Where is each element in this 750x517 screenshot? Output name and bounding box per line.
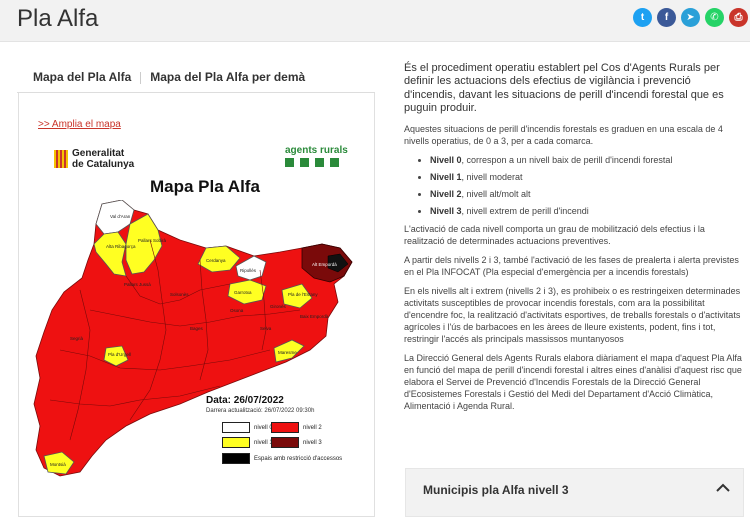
legend-label-1: nivell 1 [254, 439, 273, 446]
map-updated: Darrera actualització: 26/07/2022 09:30h [206, 408, 315, 414]
legend-nivell-1: nivell 1 [222, 437, 273, 448]
map-title: Mapa Pla Alfa [150, 177, 260, 196]
label-alt-emporda: Alt Empordà [312, 262, 337, 267]
legend-restriccio: Espais amb restricció d'accessos [222, 453, 342, 464]
activation-paragraph: L'activació de cada nivell comporta un g… [404, 223, 705, 246]
tab-divider [140, 72, 142, 84]
label-maresme: Maresme [278, 350, 297, 355]
intro-paragraph: És el procediment operatiu establert pel… [404, 62, 724, 115]
senyera-icon [54, 150, 68, 168]
label-baix-emporda: Baix Empordà [300, 314, 329, 319]
legend-swatch-1 [222, 437, 250, 448]
legend-nivell-0: nivell 0 [222, 422, 273, 433]
page-title: Pla Alfa [17, 5, 99, 32]
map-date-box: Data: 26/07/2022 Darrera actualització: … [206, 395, 356, 414]
legend-nivell-3: nivell 3 [271, 437, 322, 448]
agents-rurals-logo: agents rurals [285, 145, 348, 167]
label-osona: Osona [230, 308, 244, 313]
levels-list: Nivell 0, correspon a un nivell baix de … [416, 154, 744, 217]
legend-swatch-restriccio [222, 453, 250, 464]
twitter-glyph: t [640, 12, 645, 23]
label-solsones: Solsonès [170, 292, 189, 297]
legend-swatch-2 [271, 422, 299, 433]
label-cerdanya: Cerdanya [206, 258, 226, 263]
print-icon[interactable]: ⎙ [729, 8, 748, 27]
label-alta-ribagorca: Alta Ribagorça [106, 244, 136, 249]
label-pallars-jussa: Pallars Jussà [124, 282, 151, 287]
description-column: És el procediment operatiu establert pel… [404, 62, 744, 419]
legend-swatch-0 [222, 422, 250, 433]
chevron-up-icon[interactable] [715, 480, 731, 496]
label-ripolles: Ripollès [240, 268, 257, 273]
legend-label-2: nivell 2 [303, 424, 322, 431]
whatsapp-glyph: ✆ [710, 12, 719, 23]
twitter-icon[interactable]: t [633, 8, 652, 27]
share-bar: t f ➤ ✆ ⎙ [633, 8, 748, 27]
telegram-icon[interactable]: ➤ [681, 8, 700, 27]
infocat-paragraph: A partir dels nivells 2 i 3, també l'act… [404, 254, 739, 277]
generalitat-line1: Generalitat [72, 148, 125, 159]
whatsapp-icon[interactable]: ✆ [705, 8, 724, 27]
legend-label-3: nivell 3 [303, 439, 322, 446]
generalitat-logo: Generalitat de Catalunya [54, 148, 134, 170]
amplia-mapa-link[interactable]: >> Amplia el mapa [38, 119, 121, 130]
level-item: Nivell 3, nivell extrem de perill d'ince… [430, 205, 744, 217]
map-date: Data: 26/07/2022 [206, 395, 284, 406]
restrictions-paragraph: En els nivells alt i extrem (nivells 2 i… [404, 285, 741, 344]
accordion-municipis-nivell-3[interactable]: Municipis pla Alfa nivell 3 [405, 468, 744, 517]
label-selva: Selva [260, 326, 272, 331]
level-item: Nivell 2, nivell alt/molt alt [430, 188, 744, 200]
levels-intro: Aquestes situacions de perill d'incendis… [404, 123, 723, 146]
label-montsia: Montsià [50, 462, 66, 467]
facebook-glyph: f [664, 12, 669, 23]
label-girones: Gironès [270, 304, 287, 309]
print-glyph: ⎙ [734, 12, 743, 23]
agents-rurals-text: agents rurals [285, 145, 348, 156]
legend-nivell-2: nivell 2 [271, 422, 322, 433]
legend-label-restriccio: Espais amb restricció d'accessos [254, 455, 343, 462]
accordion-title: Municipis pla Alfa nivell 3 [423, 483, 569, 497]
label-pallars-sobira: Pallars Sobirà [138, 238, 167, 243]
level-item: Nivell 0, correspon a un nivell baix de … [430, 154, 744, 166]
page-header: Pla Alfa t f ➤ ✆ ⎙ [0, 0, 750, 42]
generalitat-line2: de Catalunya [72, 159, 135, 170]
facebook-icon[interactable]: f [657, 8, 676, 27]
direccio-paragraph: La Direcció General dels Agents Rurals e… [404, 352, 742, 411]
label-pla-durgell: Pla d'Urgell [108, 352, 131, 357]
label-val-daran: Val d'Aran [110, 214, 131, 219]
agents-rurals-squares [285, 158, 348, 167]
label-bages: Bages [190, 326, 204, 331]
legend-label-0: nivell 0 [254, 424, 273, 431]
label-garrotxa: Garrotxa [234, 290, 252, 295]
telegram-glyph: ➤ [686, 12, 695, 23]
legend-swatch-3 [271, 437, 299, 448]
level-item: Nivell 1, nivell moderat [430, 171, 744, 183]
label-segria: Segrià [70, 336, 84, 341]
label-pla-destany: Pla de l'Estany [288, 292, 318, 297]
